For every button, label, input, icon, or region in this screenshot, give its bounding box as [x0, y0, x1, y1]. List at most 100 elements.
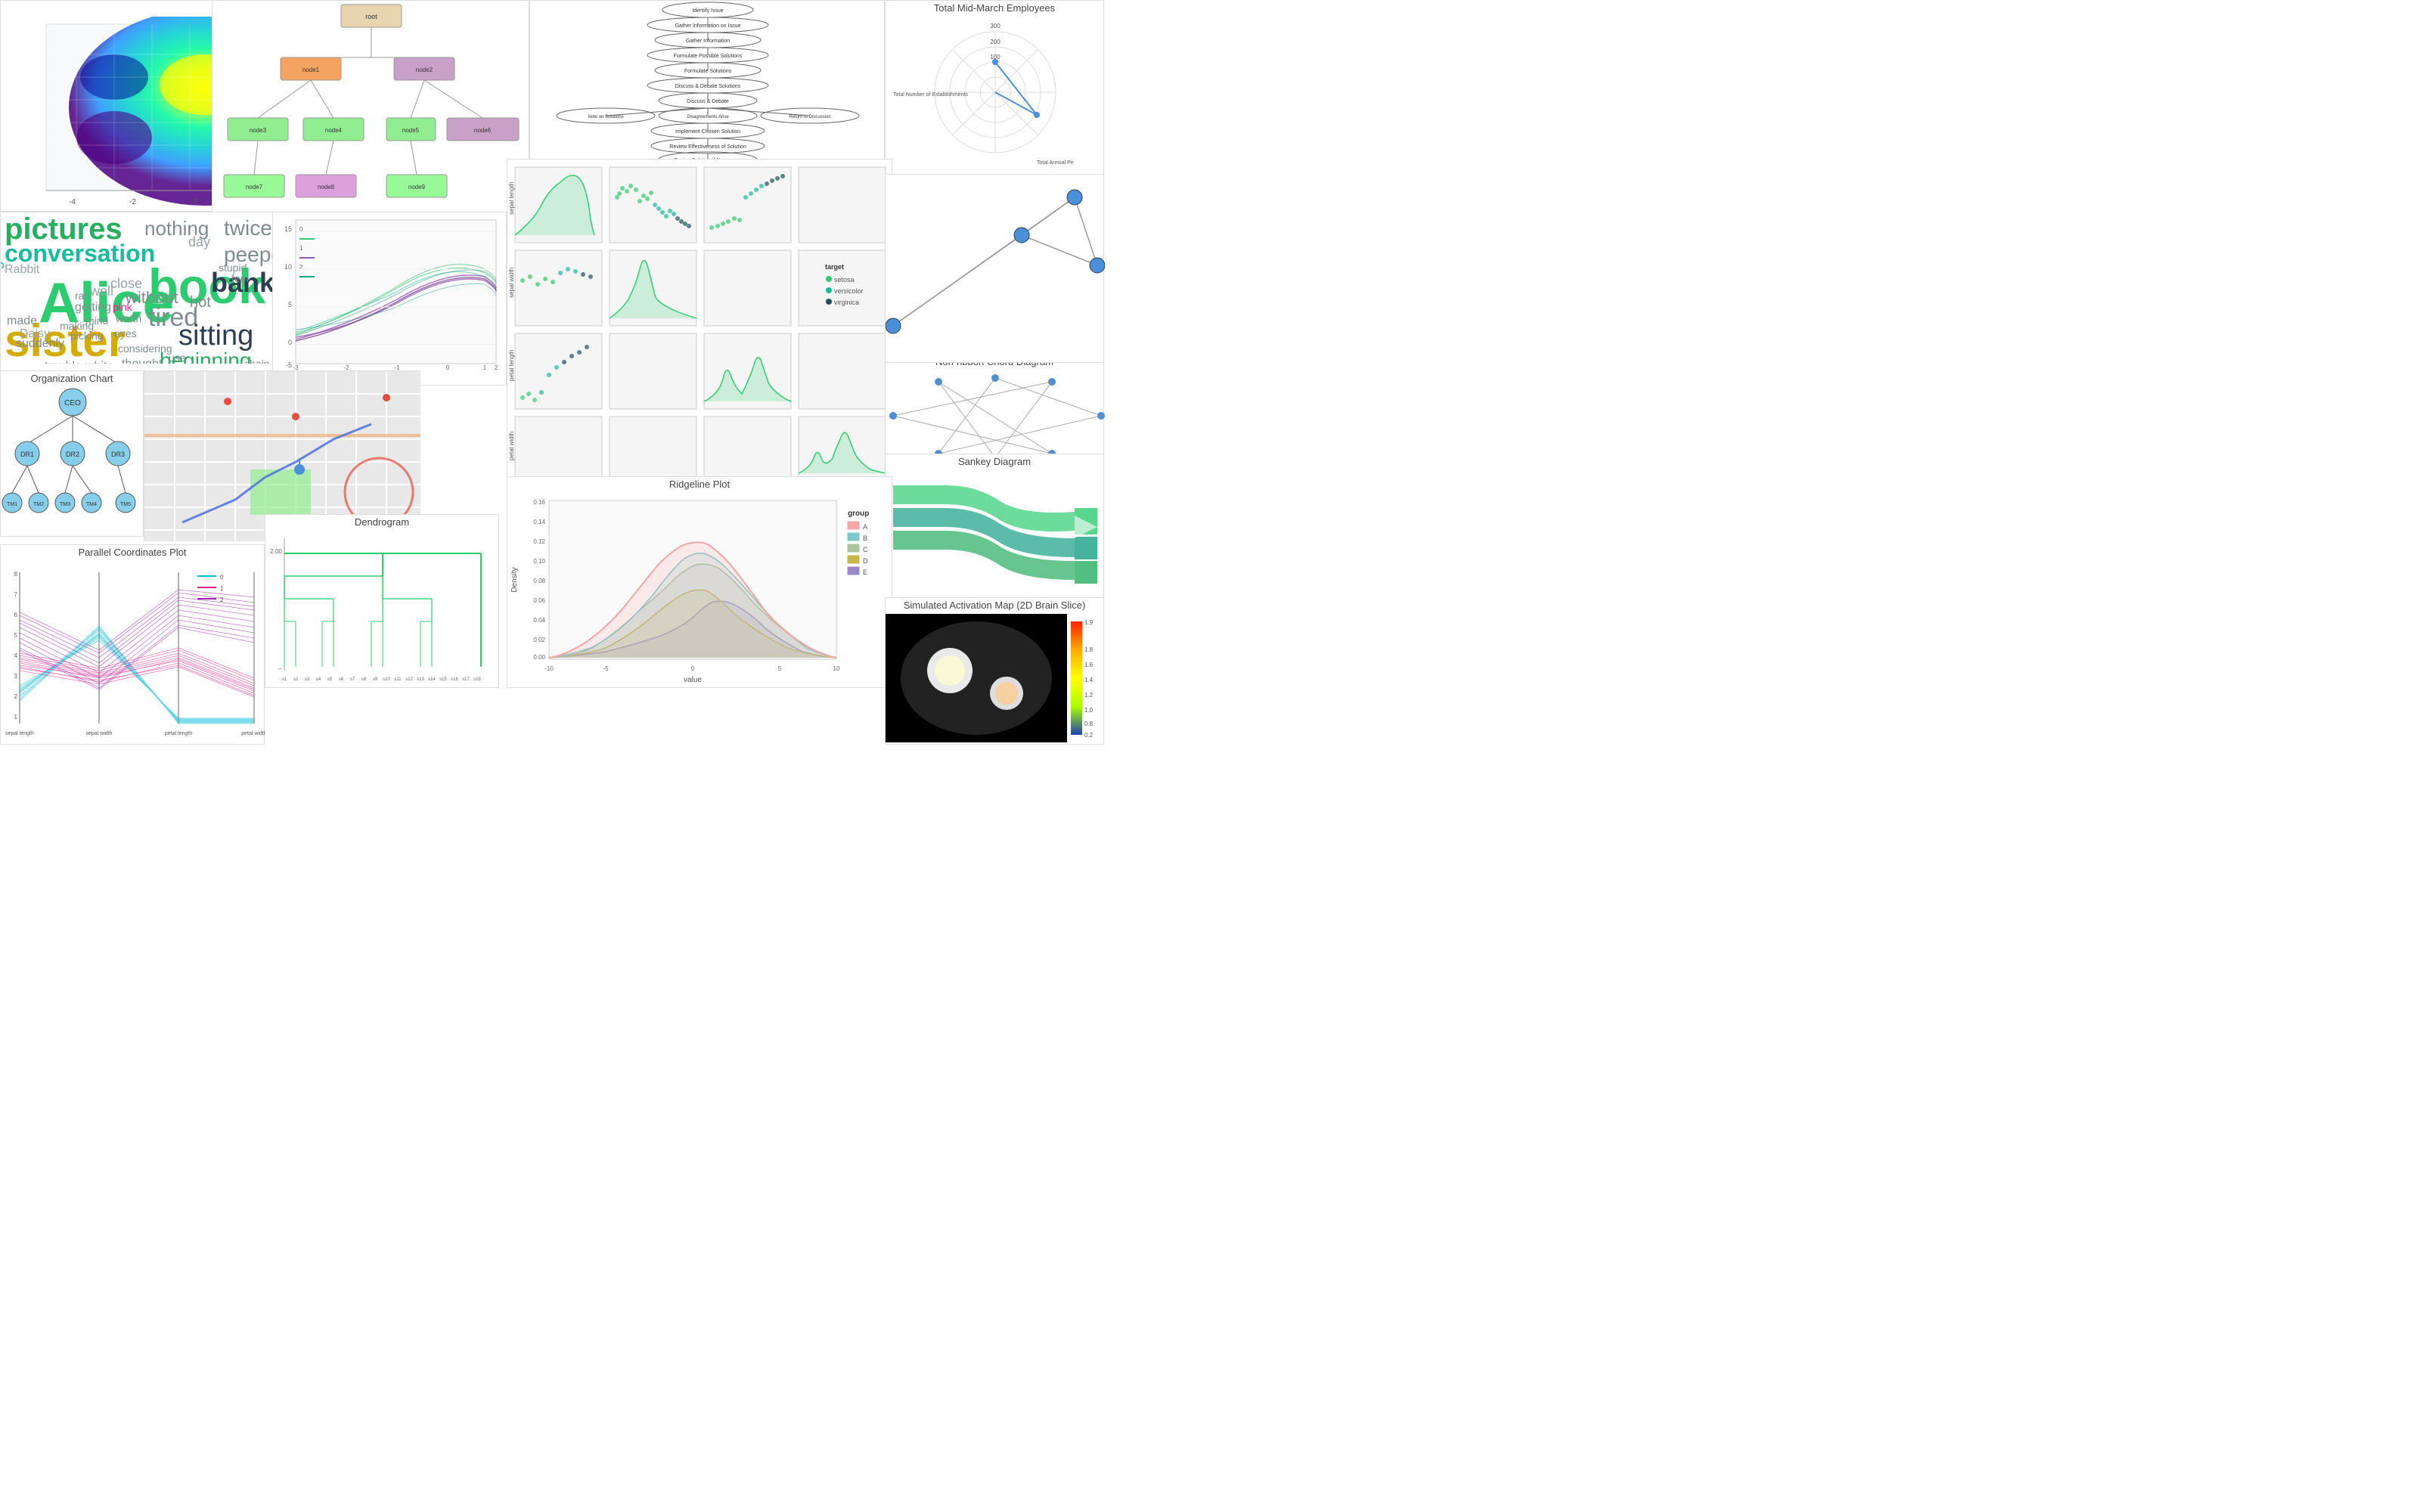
svg-text:target: target: [825, 263, 844, 271]
svg-text:DR1: DR1: [20, 451, 34, 458]
svg-text:s8: s8: [361, 677, 367, 682]
parallel-svg: 8 7 6 5 4 3 2 1 sepal length sepal width…: [1, 561, 265, 742]
wc-getting: getting: [75, 301, 111, 314]
radar-chart-panel: Total Mid-March Employees 300 200 100 To…: [885, 0, 1104, 181]
svg-text:s12: s12: [405, 677, 413, 682]
x-tick-0: 0: [194, 198, 198, 206]
svg-text:node9: node9: [408, 184, 426, 191]
svg-text:200: 200: [990, 39, 1000, 45]
svg-text:300: 300: [990, 23, 1000, 29]
svg-text:versicolor: versicolor: [834, 287, 864, 295]
scatter-matrix-panel: sepal length (cm) sepal width (cm) petal…: [507, 159, 892, 484]
wc-ran: ran: [75, 290, 90, 302]
orgchart-title: Organization Chart: [1, 371, 143, 387]
network-graph-panel: [885, 174, 1104, 363]
svg-text:s16: s16: [451, 677, 458, 682]
wc-trouble: trouble: [45, 360, 82, 364]
flowchart-panel: Identify Issue Gather Information on Iss…: [529, 0, 885, 166]
svg-text:node4: node4: [325, 127, 343, 134]
svg-text:10: 10: [833, 665, 840, 672]
svg-text:1: 1: [299, 245, 303, 252]
flowchart-svg: Identify Issue Gather Information on Iss…: [530, 1, 886, 167]
svg-text:2: 2: [14, 693, 18, 700]
svg-text:petal width: petal width: [241, 731, 265, 736]
svg-text:C: C: [863, 546, 868, 553]
svg-text:s14: s14: [428, 677, 436, 682]
svg-text:s15: s15: [439, 677, 447, 682]
svg-text:4: 4: [14, 652, 18, 659]
sankey-title: Sankey Diagram: [886, 454, 1103, 470]
x-tick-n4: -4: [69, 198, 76, 206]
tree-svg: root node1 node2 node3 node4 node5 node6…: [213, 1, 530, 220]
ridgeline-bottom-svg: 0.16 0.14 0.12 0.10 0.08 0.06 0.04 0.02 …: [507, 493, 893, 689]
svg-text:5: 5: [288, 301, 292, 308]
svg-text:0.08: 0.08: [533, 578, 545, 584]
svg-text:Density: Density: [510, 567, 519, 592]
svg-text:0.12: 0.12: [533, 538, 545, 545]
svg-text:s5: s5: [327, 677, 333, 682]
svg-text:1: 1: [14, 714, 18, 720]
svg-text:1.4: 1.4: [1084, 677, 1094, 683]
svg-text:1.8: 1.8: [1084, 646, 1094, 653]
svg-text:5: 5: [778, 665, 782, 672]
sankey-svg: [886, 470, 1105, 603]
svg-text:TM1: TM1: [7, 502, 17, 507]
svg-text:0: 0: [446, 364, 450, 371]
wc-close: close: [110, 276, 142, 291]
svg-text:s6: s6: [339, 677, 344, 682]
svg-text:TM2: TM2: [33, 502, 44, 507]
svg-text:-10: -10: [544, 665, 554, 672]
svg-text:node2: node2: [416, 67, 433, 73]
ridgeline-top-svg: 15 10 5 0 -5 -3 -2 -1 0 1 2 0 1 2: [273, 212, 507, 386]
svg-text:0: 0: [299, 226, 303, 233]
wc-pink: pink: [113, 301, 133, 313]
svg-text:0.06: 0.06: [533, 597, 545, 604]
svg-text:1: 1: [483, 364, 487, 371]
svg-text:1.0: 1.0: [1084, 707, 1094, 714]
dendrogram-title: Dendrogram: [265, 515, 498, 531]
scatter-matrix-svg: sepal length (cm) sepal width (cm) petal…: [507, 160, 893, 485]
wc-sitting: sitting: [178, 320, 253, 352]
brain-title: Simulated Activation Map (2D Brain Slice…: [886, 598, 1103, 614]
svg-text:node5: node5: [402, 127, 420, 134]
svg-text:-5: -5: [286, 361, 292, 369]
wordcloud-svg: Alice sister book pictures conversation …: [1, 212, 288, 364]
svg-text:TM5: TM5: [120, 502, 131, 507]
svg-text:--: --: [278, 665, 283, 672]
ridgeline-bottom-panel: Ridgeline Plot 0.16 0.14 0.12 0.10 0.08 …: [507, 476, 892, 688]
svg-text:CEO: CEO: [64, 399, 81, 407]
svg-text:sepal width: sepal width: [508, 268, 515, 298]
svg-text:s7: s7: [350, 677, 355, 682]
orgchart-svg: CEO DR1 DR2 DR3 TM1 TM2 TM3 TM4 TM5: [1, 387, 144, 534]
svg-text:-5: -5: [603, 665, 609, 672]
svg-text:2: 2: [299, 264, 303, 271]
svg-text:0.2: 0.2: [1084, 732, 1094, 739]
svg-text:5: 5: [14, 632, 18, 639]
parallel-coordinates-panel: Parallel Coordinates Plot 8 7 6 5 4 3 2 …: [0, 544, 265, 745]
svg-text:0: 0: [691, 665, 695, 672]
svg-text:petal width: petal width: [508, 432, 515, 460]
chord-diagram-panel: Non-ribbon Chord Diagram: [885, 354, 1104, 460]
svg-text:0: 0: [288, 339, 292, 346]
x-tick-n2: -2: [129, 198, 136, 206]
svg-text:DR3: DR3: [111, 451, 125, 458]
svg-text:node6: node6: [474, 127, 492, 134]
svg-text:petal length: petal length: [508, 350, 515, 381]
svg-text:D: D: [863, 557, 868, 565]
brain-svg: 1.9 1.8 1.6 1.4 1.2 1.0 0.8 0.2: [886, 614, 1105, 742]
svg-text:1.9: 1.9: [1084, 619, 1094, 626]
wc-worth: worth: [115, 312, 141, 324]
wc-considering: considering: [118, 342, 172, 355]
wc-chain: chain: [244, 358, 269, 364]
svg-text:0.02: 0.02: [533, 637, 545, 643]
svg-text:6: 6: [14, 612, 18, 618]
svg-text:node8: node8: [318, 184, 335, 191]
svg-text:node1: node1: [302, 67, 320, 73]
svg-text:root: root: [365, 13, 377, 20]
svg-text:s11: s11: [394, 677, 402, 682]
svg-text:100: 100: [990, 54, 1000, 60]
wordcloud-container: Alice sister book pictures conversation …: [1, 212, 288, 364]
svg-text:sepal length: sepal length: [508, 182, 515, 215]
svg-text:1: 1: [220, 585, 224, 592]
svg-text:2: 2: [495, 364, 498, 371]
